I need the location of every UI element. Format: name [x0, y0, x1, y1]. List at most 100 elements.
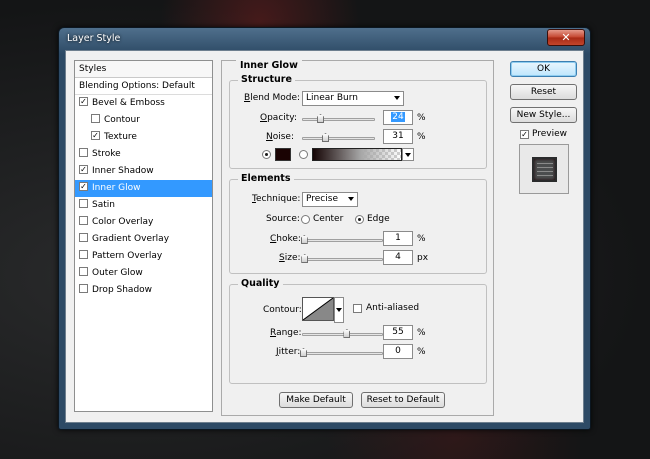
- style-item-label: Color Overlay: [92, 217, 154, 227]
- noise-slider-thumb[interactable]: [322, 133, 329, 142]
- style-checkbox[interactable]: [79, 233, 88, 242]
- style-item-label: Stroke: [92, 149, 121, 159]
- anti-aliased-label[interactable]: Anti-aliased: [366, 303, 419, 313]
- style-checkbox[interactable]: [79, 267, 88, 276]
- style-item-outer-glow[interactable]: Outer Glow: [75, 265, 212, 282]
- inner-glow-panel: Inner Glow Structure Blend Mode: Linear …: [221, 60, 494, 416]
- contour-preview[interactable]: [302, 297, 334, 321]
- blend-mode-select[interactable]: Linear Burn: [302, 91, 404, 106]
- noise-label: Noise:: [266, 132, 294, 142]
- style-item-inner-glow[interactable]: ✓ Inner Glow: [75, 180, 212, 197]
- range-slider-thumb[interactable]: [343, 329, 351, 338]
- range-input[interactable]: 55: [383, 325, 413, 340]
- contour-picker-button[interactable]: [334, 297, 344, 323]
- dialog-client: Styles Blending Options: Default ✓ Bevel …: [65, 50, 584, 423]
- contour-label: Contour:: [263, 305, 302, 315]
- size-slider-thumb[interactable]: [301, 254, 309, 263]
- color-radio[interactable]: [262, 150, 271, 159]
- opacity-value: 24: [391, 112, 405, 122]
- make-default-button[interactable]: Make Default: [279, 392, 353, 408]
- anti-aliased-checkbox[interactable]: [353, 304, 362, 313]
- style-item-pattern-overlay[interactable]: Pattern Overlay: [75, 248, 212, 265]
- gradient-radio[interactable]: [299, 150, 308, 159]
- reset-to-default-button[interactable]: Reset to Default: [361, 392, 445, 408]
- reset-button[interactable]: Reset: [510, 84, 577, 100]
- size-input[interactable]: 4: [383, 250, 413, 265]
- close-button[interactable]: ✕: [547, 29, 585, 46]
- style-item-contour[interactable]: Contour: [75, 112, 212, 129]
- noise-slider[interactable]: [302, 133, 375, 142]
- structure-legend: Structure: [238, 74, 295, 85]
- source-center-label[interactable]: Center: [313, 214, 343, 224]
- opacity-slider[interactable]: [302, 114, 375, 123]
- style-checkbox[interactable]: [79, 216, 88, 225]
- chevron-down-icon: [336, 308, 342, 312]
- style-item-label: Satin: [92, 200, 115, 210]
- style-preview-thumbnail: [519, 144, 569, 194]
- glow-color-swatch[interactable]: [275, 148, 291, 161]
- style-item-texture[interactable]: ✓ Texture: [75, 129, 212, 146]
- style-checkbox[interactable]: [79, 199, 88, 208]
- style-item-label: Drop Shadow: [92, 285, 153, 295]
- style-item-label: Inner Shadow: [92, 166, 154, 176]
- size-slider[interactable]: [301, 254, 383, 263]
- preview-checkbox[interactable]: ✓: [520, 130, 529, 139]
- style-item-bevel-emboss[interactable]: ✓ Bevel & Emboss: [75, 95, 212, 112]
- noise-unit: %: [417, 132, 426, 142]
- style-item-label: Contour: [104, 115, 140, 125]
- title-bar[interactable]: Layer Style ✕: [59, 28, 590, 50]
- source-edge-radio[interactable]: [355, 215, 364, 224]
- style-item-gradient-overlay[interactable]: Gradient Overlay: [75, 231, 212, 248]
- style-checkbox[interactable]: [79, 284, 88, 293]
- chevron-down-icon: [394, 96, 400, 100]
- source-center-radio[interactable]: [301, 215, 310, 224]
- choke-slider-thumb[interactable]: [300, 235, 308, 244]
- jitter-input[interactable]: 0: [383, 344, 413, 359]
- style-item-satin[interactable]: Satin: [75, 197, 212, 214]
- ok-button[interactable]: OK: [510, 61, 577, 77]
- choke-input[interactable]: 1: [383, 231, 413, 246]
- gradient-swatch[interactable]: [312, 148, 402, 161]
- style-item-inner-shadow[interactable]: ✓ Inner Shadow: [75, 163, 212, 180]
- style-checkbox[interactable]: [79, 148, 88, 157]
- layer-style-dialog: Layer Style ✕ Styles Blending Options: D…: [58, 27, 591, 430]
- style-checkbox[interactable]: ✓: [79, 97, 88, 106]
- style-item-label: Texture: [104, 132, 137, 142]
- style-checkbox[interactable]: ✓: [91, 131, 100, 140]
- chevron-down-icon: [348, 197, 354, 201]
- choke-label: Choke:: [270, 234, 301, 244]
- quality-group: Quality Contour: Anti-aliased Range: 55 …: [229, 278, 487, 384]
- style-item-drop-shadow[interactable]: Drop Shadow: [75, 282, 212, 299]
- style-checkbox[interactable]: [91, 114, 100, 123]
- noise-input[interactable]: 31: [383, 129, 413, 144]
- source-label: Source:: [266, 214, 300, 224]
- opacity-input[interactable]: 24: [383, 110, 413, 125]
- style-checkbox[interactable]: ✓: [79, 165, 88, 174]
- blending-options-item[interactable]: Blending Options: Default: [75, 78, 212, 95]
- style-item-color-overlay[interactable]: Color Overlay: [75, 214, 212, 231]
- jitter-unit: %: [417, 347, 426, 357]
- new-style-button[interactable]: New Style...: [510, 107, 577, 123]
- technique-select[interactable]: Precise: [302, 192, 358, 207]
- opacity-slider-thumb[interactable]: [317, 114, 325, 123]
- source-edge-label[interactable]: Edge: [367, 214, 390, 224]
- style-item-label: Outer Glow: [92, 268, 143, 278]
- gradient-picker-button[interactable]: [402, 148, 414, 161]
- jitter-slider[interactable]: [300, 348, 383, 357]
- preview-swatch-image: [532, 157, 557, 182]
- style-item-stroke[interactable]: Stroke: [75, 146, 212, 163]
- choke-unit: %: [417, 234, 426, 244]
- blend-mode-label: Blend Mode:: [244, 93, 301, 103]
- preview-label[interactable]: Preview: [532, 129, 567, 139]
- styles-header[interactable]: Styles: [75, 61, 212, 78]
- size-label: Size:: [279, 253, 301, 263]
- style-item-label: Gradient Overlay: [92, 234, 170, 244]
- style-checkbox[interactable]: ✓: [79, 182, 88, 191]
- range-label: Range:: [270, 328, 302, 338]
- jitter-slider-thumb[interactable]: [300, 348, 307, 357]
- style-checkbox[interactable]: [79, 250, 88, 259]
- choke-slider[interactable]: [300, 235, 383, 244]
- range-slider[interactable]: [302, 329, 383, 338]
- styles-list: Styles Blending Options: Default ✓ Bevel …: [74, 60, 213, 412]
- quality-legend: Quality: [238, 278, 283, 289]
